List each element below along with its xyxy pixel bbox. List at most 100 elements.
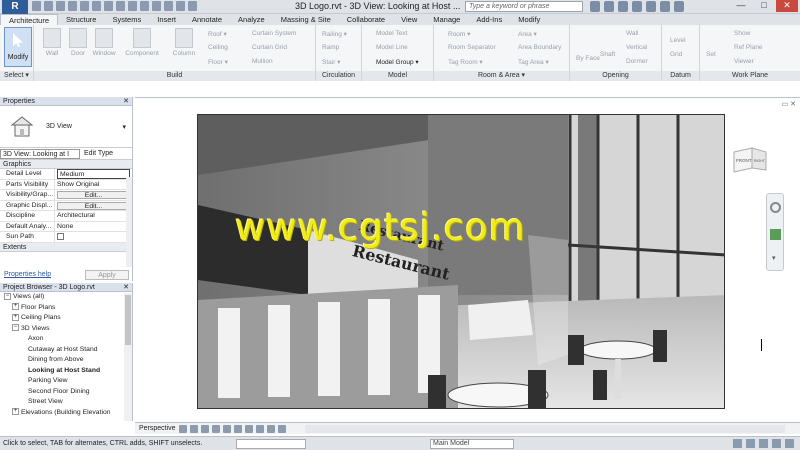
select-underlay-icon[interactable] <box>759 439 768 448</box>
print-icon[interactable] <box>92 1 101 11</box>
design-option-selector[interactable]: Main Model <box>430 439 514 449</box>
tag-area-tool[interactable]: Tag Area ▾ <box>518 58 549 66</box>
close-icon[interactable]: ✕ <box>123 283 129 292</box>
model-text-tool[interactable]: Model Text <box>376 30 407 37</box>
signin-icon[interactable] <box>646 1 656 12</box>
browser-scrollbar[interactable] <box>124 293 132 421</box>
area-boundary-tool[interactable]: Area Boundary <box>518 44 561 51</box>
steering-wheel-icon[interactable] <box>770 202 781 213</box>
graphics-section[interactable]: Graphics <box>0 160 132 169</box>
shadows-icon[interactable] <box>201 425 209 433</box>
tab-massing-site[interactable]: Massing & Site <box>273 14 339 25</box>
reveal-hidden-icon[interactable] <box>267 425 275 433</box>
undo-icon[interactable] <box>68 1 77 11</box>
browser-item[interactable]: Second Floor Dining <box>0 387 132 398</box>
tab-systems[interactable]: Systems <box>104 14 149 25</box>
open-icon[interactable] <box>32 1 41 11</box>
exchange-icon[interactable] <box>660 1 670 12</box>
select-panel-title[interactable]: Select ▾ <box>0 71 33 81</box>
expand-icon[interactable]: + <box>12 313 19 321</box>
door-tool[interactable]: Door <box>64 28 92 57</box>
close-hidden-icon[interactable] <box>164 1 173 11</box>
chevron-down-icon[interactable]: ▾ <box>772 254 776 262</box>
extents-section[interactable]: Extents <box>0 242 132 252</box>
subscription-icon[interactable] <box>604 1 614 12</box>
curtain-system-tool[interactable]: Curtain System <box>252 30 296 37</box>
column-tool[interactable]: Column <box>170 28 198 57</box>
crop-icon[interactable] <box>223 425 231 433</box>
edit-type-button[interactable]: Edit Type <box>84 150 113 157</box>
save-icon[interactable] <box>44 1 53 11</box>
collapse-icon[interactable]: − <box>4 292 11 300</box>
horizontal-scrollbar[interactable] <box>305 425 785 433</box>
viewcube[interactable]: FRONT RIGHT <box>730 138 770 178</box>
filter-icon[interactable] <box>785 439 794 448</box>
vertical-opening-tool[interactable]: Vertical <box>626 44 647 51</box>
wall-tool[interactable]: Wall <box>38 28 66 57</box>
ref-plane-tool[interactable]: Ref Plane <box>734 44 763 51</box>
3d-view-canvas[interactable]: Restaurant Restaurant <box>197 114 725 409</box>
visibility-edit-button[interactable]: Edit... <box>57 191 128 199</box>
workset-selector[interactable] <box>236 439 306 449</box>
browser-item[interactable]: Dining from Above <box>0 355 132 366</box>
close-button[interactable]: ✕ <box>776 0 798 12</box>
select-pinned-icon[interactable] <box>772 439 781 448</box>
sun-icon[interactable] <box>190 425 198 433</box>
stair-tool[interactable]: Stair ▾ <box>322 58 340 66</box>
3d-view-icon[interactable] <box>128 1 137 11</box>
show-tool[interactable]: Show <box>734 30 750 37</box>
properties-help-link[interactable]: Properties help <box>4 271 51 278</box>
ramp-tool[interactable]: Ramp <box>322 44 339 51</box>
apply-button[interactable]: Apply <box>85 270 129 280</box>
visual-style-icon[interactable] <box>179 425 187 433</box>
sync-icon[interactable] <box>56 1 65 11</box>
modify-button[interactable]: Modify <box>4 27 32 67</box>
detail-level-field[interactable]: Medium <box>57 169 130 179</box>
grid-tool[interactable]: Grid <box>670 51 682 58</box>
shaft-tool[interactable]: Shaft <box>600 51 615 58</box>
customize-qat-icon[interactable] <box>188 1 197 11</box>
section-icon[interactable] <box>140 1 149 11</box>
model-line-tool[interactable]: Model Line <box>376 44 408 51</box>
scroll-thumb[interactable] <box>125 295 131 345</box>
tab-manage[interactable]: Manage <box>425 14 468 25</box>
binoculars-icon[interactable] <box>590 1 600 12</box>
tab-collaborate[interactable]: Collaborate <box>339 14 393 25</box>
zoom-icon[interactable] <box>770 229 781 240</box>
expand-icon[interactable]: + <box>12 303 19 311</box>
component-tool[interactable]: Component <box>124 28 160 57</box>
tab-annotate[interactable]: Annotate <box>184 14 230 25</box>
browser-item[interactable]: −3D Views <box>0 324 132 335</box>
search-input[interactable]: Type a keyword or phrase <box>465 1 583 12</box>
analytical-icon[interactable] <box>278 425 286 433</box>
drawing-area[interactable]: ▭ ✕ Restaurant Restaurant www.cgtsj.com … <box>135 97 800 422</box>
maximize-button[interactable]: □ <box>753 0 775 12</box>
editable-only-icon[interactable] <box>733 439 742 448</box>
communication-icon[interactable] <box>618 1 628 12</box>
model-group-tool[interactable]: Model Group ▾ <box>376 58 419 66</box>
tab-view[interactable]: View <box>393 14 425 25</box>
room-area-panel-title[interactable]: Room & Area ▾ <box>434 71 569 81</box>
application-menu-button[interactable]: R <box>2 0 28 14</box>
unlocked-3d-icon[interactable] <box>245 425 253 433</box>
show-crop-icon[interactable] <box>234 425 242 433</box>
chevron-down-icon[interactable]: ▾ <box>122 123 126 131</box>
browser-item[interactable]: + Floor Plans <box>0 303 132 314</box>
tab-analyze[interactable]: Analyze <box>230 14 273 25</box>
room-tool[interactable]: Room ▾ <box>448 30 470 38</box>
tab-modify[interactable]: Modify <box>510 14 548 25</box>
tab-architecture[interactable]: Architecture <box>0 14 59 25</box>
by-face-tool[interactable]: By Face <box>576 55 600 62</box>
text-icon[interactable] <box>116 1 125 11</box>
browser-item[interactable]: Cutaway at Host Stand <box>0 345 132 356</box>
roof-tool[interactable]: Roof ▾ <box>208 30 227 38</box>
measure-icon[interactable] <box>104 1 113 11</box>
browser-item[interactable]: + Elevations (Building Elevation <box>0 408 132 419</box>
browser-item[interactable]: + Ceiling Plans <box>0 313 132 324</box>
minimize-button[interactable]: — <box>730 0 752 12</box>
switch-windows-icon[interactable] <box>176 1 185 11</box>
type-selector[interactable]: 3D View ▾ <box>0 106 132 148</box>
help-icon[interactable] <box>674 1 684 12</box>
temp-hide-icon[interactable] <box>256 425 264 433</box>
browser-item[interactable]: Axon <box>0 334 132 345</box>
